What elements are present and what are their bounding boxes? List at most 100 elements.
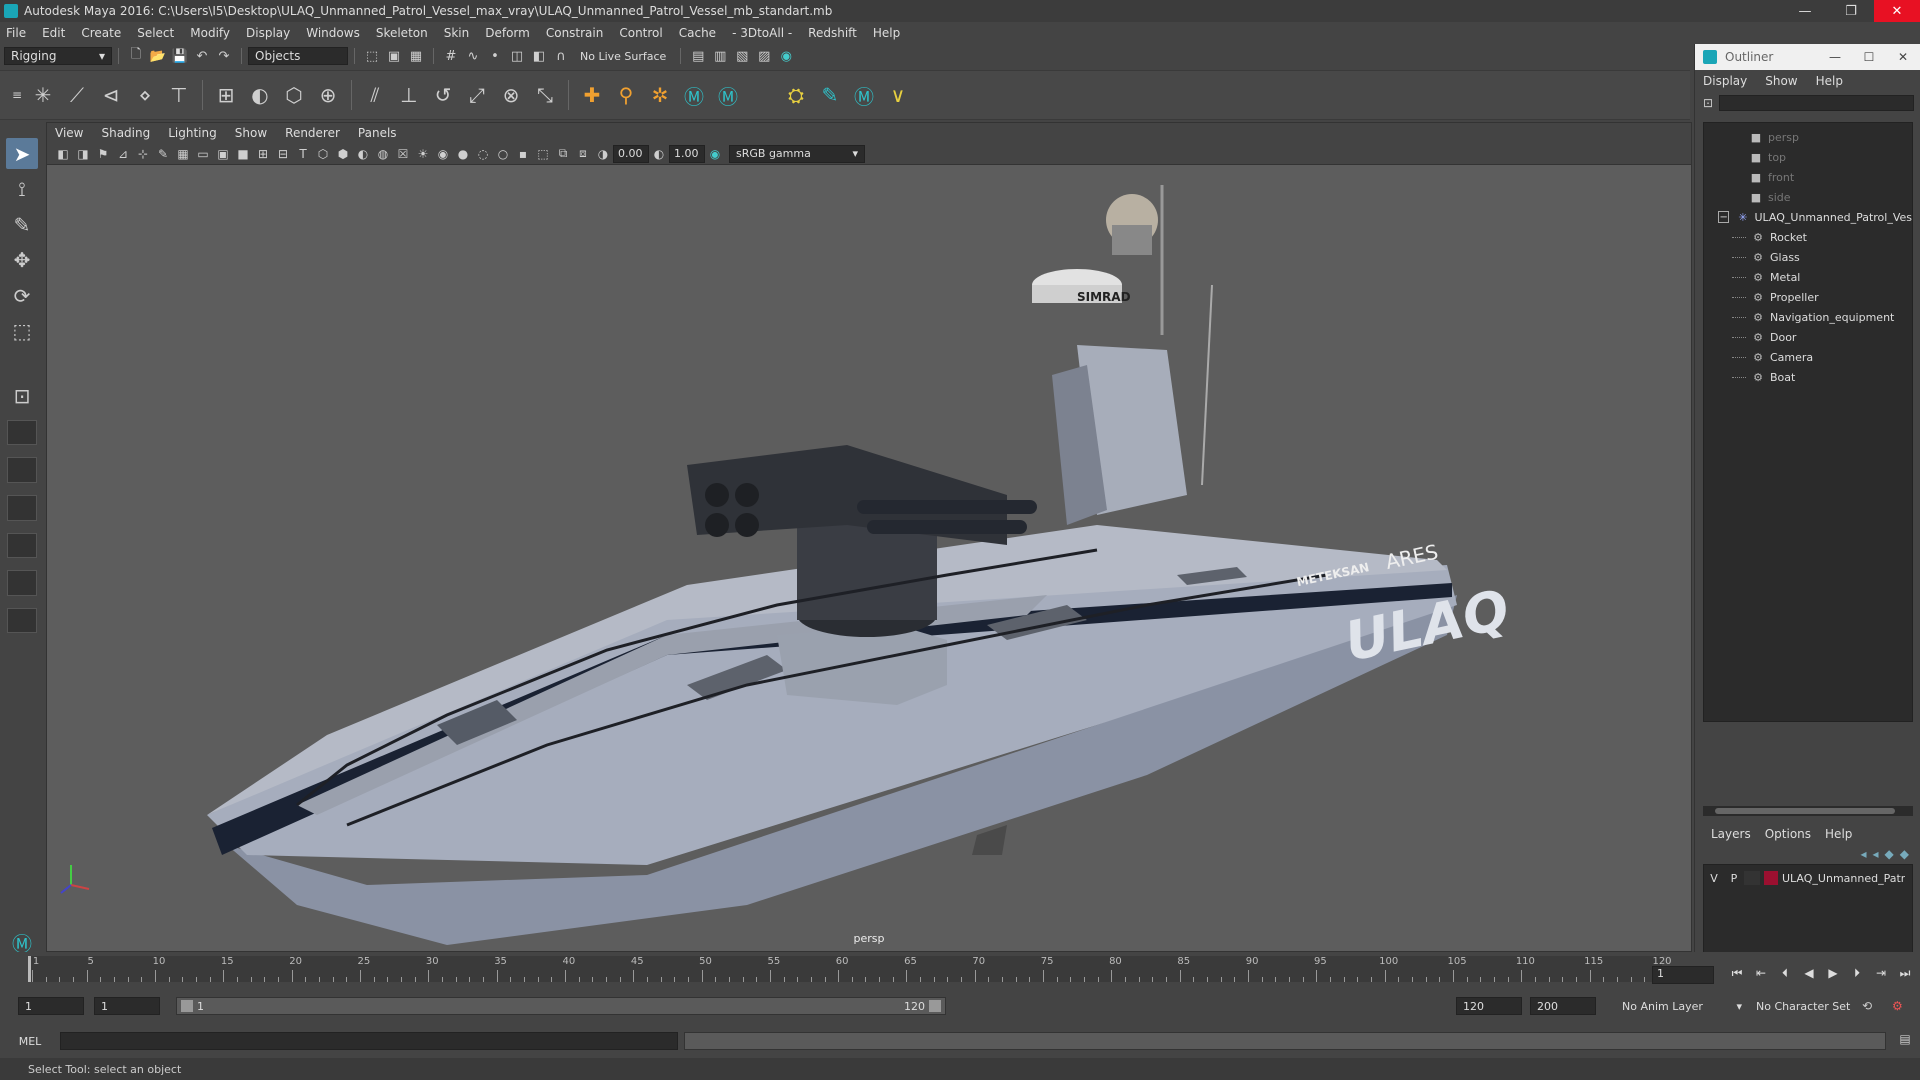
screen-space-ao-icon[interactable]: ◉: [434, 145, 452, 163]
menu-3dtoall[interactable]: - 3DtoAll -: [732, 26, 792, 40]
script-editor-icon[interactable]: ▤: [1896, 1032, 1914, 1050]
layer-row[interactable]: V P ULAQ_Unmanned_Patr: [1704, 869, 1912, 887]
playback-start-field[interactable]: 1: [94, 997, 160, 1015]
snap-curve-icon[interactable]: ∿: [464, 47, 482, 65]
magnet-icon[interactable]: ∩: [552, 47, 570, 65]
wireframe-on-shaded-icon[interactable]: ◐: [354, 145, 372, 163]
range-slider[interactable]: 1 120: [176, 997, 946, 1015]
select-tool-icon[interactable]: ➤: [6, 138, 38, 170]
xray-joints-icon[interactable]: ⧉: [554, 145, 572, 163]
image-plane-icon[interactable]: ⊿: [114, 145, 132, 163]
set-driven-key-icon[interactable]: ⚲: [611, 80, 641, 110]
select-object-icon[interactable]: ▣: [385, 47, 403, 65]
scrollbar-thumb[interactable]: [1715, 808, 1895, 814]
layer-menu-options[interactable]: Options: [1765, 827, 1811, 841]
character-set-dropdown[interactable]: No Character Set: [1756, 1000, 1866, 1013]
step-back-key-icon[interactable]: ⇤: [1750, 966, 1772, 980]
viewport-menu-panels[interactable]: Panels: [358, 126, 397, 140]
menu-constrain[interactable]: Constrain: [546, 26, 604, 40]
animation-start-field[interactable]: 1: [18, 997, 84, 1015]
time-ruler[interactable]: 1 5 10 15 20 25 30 35 40 45 50 55 60 65 70 75 80 85 90 95 10…: [28, 956, 1672, 982]
outliner-horizontal-scrollbar[interactable]: [1703, 806, 1913, 816]
outliner-item-front[interactable]: ■ front: [1704, 167, 1912, 187]
wrap-deformer-icon[interactable]: ✎: [815, 80, 845, 110]
layer-visibility-toggle[interactable]: V: [1704, 872, 1724, 885]
outliner-item-persp[interactable]: ■ persp: [1704, 127, 1912, 147]
perspective-viewport[interactable]: View Shading Lighting Show Renderer Pane…: [46, 122, 1692, 952]
hypershade-icon[interactable]: ◉: [777, 47, 795, 65]
grid-icon[interactable]: ▦: [174, 145, 192, 163]
viewport-menu-renderer[interactable]: Renderer: [285, 126, 340, 140]
quick-rig-icon[interactable]: ⛭: [781, 80, 811, 110]
lasso-tool-icon[interactable]: ⟟: [6, 173, 38, 204]
orient-constraint-icon[interactable]: ↺: [428, 80, 458, 110]
restore-button[interactable]: ❐: [1828, 0, 1874, 22]
selection-mode-dropdown[interactable]: Objects: [248, 47, 348, 65]
auto-key-icon[interactable]: ⟲: [1862, 999, 1872, 1013]
time-slider[interactable]: 1 5 10 15 20 25 30 35 40 45 50 55 60 65 70 75 80 85 90 95 10…: [0, 952, 1920, 986]
grease-pencil-icon[interactable]: ✎: [154, 145, 172, 163]
smooth-shade-icon[interactable]: ⬢: [334, 145, 352, 163]
textured-icon[interactable]: ◍: [374, 145, 392, 163]
motion-blur-icon[interactable]: ●: [454, 145, 472, 163]
save-scene-icon[interactable]: 💾: [171, 47, 189, 65]
filter-icon[interactable]: ⊡: [1703, 96, 1713, 110]
viewport-menu-lighting[interactable]: Lighting: [168, 126, 217, 140]
view-transform-dropdown[interactable]: sRGB gamma ▾: [729, 144, 865, 163]
menu-help[interactable]: Help: [873, 26, 900, 40]
persp-graph-layout-icon[interactable]: [7, 494, 37, 521]
play-forward-icon[interactable]: ▶: [1822, 966, 1844, 980]
aim-constraint-icon[interactable]: ⊗: [496, 80, 526, 110]
single-perspective-layout-icon[interactable]: ⊡: [6, 380, 38, 411]
outliner-item-metal[interactable]: ⚙ Metal: [1704, 267, 1912, 287]
outliner-close-button[interactable]: ✕: [1886, 50, 1920, 64]
menu-control[interactable]: Control: [619, 26, 662, 40]
animation-preferences-icon[interactable]: ⚙: [1892, 999, 1903, 1013]
scale-tool-icon[interactable]: ⬚: [6, 315, 38, 346]
persp-outliner-layout-icon[interactable]: [7, 457, 37, 483]
custom-layout-icon[interactable]: [7, 607, 37, 634]
gamma-field[interactable]: 1.00: [669, 144, 705, 163]
outliner-item-glass[interactable]: ⚙ Glass: [1704, 247, 1912, 267]
collapse-icon[interactable]: −: [1718, 211, 1730, 223]
layer-menu-layers[interactable]: Layers: [1711, 827, 1751, 841]
play-backward-icon[interactable]: ◀: [1798, 966, 1820, 980]
snap-grid-icon[interactable]: #: [442, 47, 460, 65]
current-frame-field[interactable]: 1: [1652, 966, 1714, 984]
select-component-icon[interactable]: ▦: [407, 47, 425, 65]
menu-cache[interactable]: Cache: [679, 26, 716, 40]
outliner-menu-display[interactable]: Display: [1703, 74, 1747, 88]
outliner-item-rocket[interactable]: ⚙ Rocket: [1704, 227, 1912, 247]
render-view-icon[interactable]: ▤: [689, 47, 707, 65]
locator-icon[interactable]: ✚: [577, 80, 607, 110]
joint-tool-icon[interactable]: ✳: [28, 80, 58, 110]
step-forward-key-icon[interactable]: ⇥: [1870, 966, 1892, 980]
snap-surface-icon[interactable]: ◧: [530, 47, 548, 65]
persp-uv-layout-icon[interactable]: [7, 570, 37, 596]
viewport-menu-show[interactable]: Show: [235, 126, 267, 140]
scale-constraint-icon[interactable]: ⤢: [462, 80, 492, 110]
xray-icon[interactable]: ⬚: [534, 145, 552, 163]
nonlinear-deformer-icon[interactable]: ∨: [883, 80, 913, 110]
render-frame-icon[interactable]: ▥: [711, 47, 729, 65]
outliner-item-side[interactable]: ■ side: [1704, 187, 1912, 207]
menu-redshift[interactable]: Redshift: [808, 26, 857, 40]
bookmark-icon[interactable]: ⚑: [94, 145, 112, 163]
step-back-frame-icon[interactable]: ⏴: [1774, 966, 1796, 981]
new-empty-layer-icon[interactable]: ◆: [1885, 847, 1894, 861]
outliner-search-input[interactable]: [1719, 95, 1914, 111]
bind-skin-icon[interactable]: ⊞: [211, 80, 241, 110]
rotate-tool-icon[interactable]: ⟳: [6, 280, 38, 311]
blend-shape-icon[interactable]: ✲: [645, 80, 675, 110]
outliner-item-boat[interactable]: ⚙ Boat: [1704, 367, 1912, 387]
redo-icon[interactable]: ↷: [215, 47, 233, 65]
outliner-item-door[interactable]: ⚙ Door: [1704, 327, 1912, 347]
command-input[interactable]: [60, 1032, 678, 1050]
ipr-render-icon[interactable]: ▧: [733, 47, 751, 65]
ik-spline-icon[interactable]: ⊲: [96, 80, 126, 110]
exposure-field[interactable]: 0.00: [613, 144, 649, 163]
depth-of-field-icon[interactable]: ○: [494, 145, 512, 163]
four-view-layout-icon[interactable]: [7, 419, 37, 446]
new-scene-icon[interactable]: 🗋: [127, 47, 145, 65]
undo-icon[interactable]: ↶: [193, 47, 211, 65]
